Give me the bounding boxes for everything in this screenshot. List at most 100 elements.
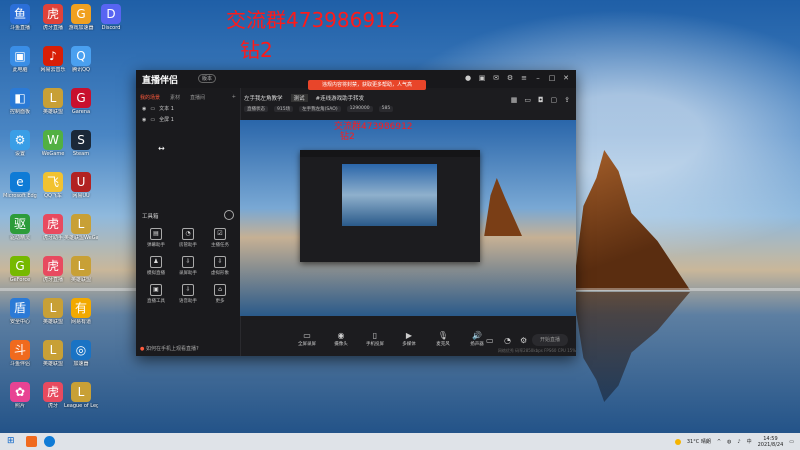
tool-item[interactable]: ☑ 主播任务 [204, 228, 236, 248]
tool-item[interactable]: ♟ 模拟直播 [140, 256, 172, 276]
add-icon[interactable]: + [232, 94, 236, 101]
desktop-icon-label: 驱动精灵 [9, 235, 30, 241]
tab-live-room[interactable]: 直播间 [190, 94, 205, 101]
control-button[interactable]: 🎙 麦克风 [426, 331, 460, 347]
scene-badge[interactable]: 测试 [290, 94, 308, 102]
tool-item[interactable]: ⇩ 虚拟形象 [204, 256, 236, 276]
sidebar-footer[interactable]: ● 如何在手机上观看直播? [140, 345, 199, 352]
desktop-icon[interactable]: LLeague of Legends [64, 382, 98, 409]
desktop-icon[interactable]: ✿ 照片 [3, 382, 37, 409]
desktop-icon[interactable]: e Microsoft Edge [3, 172, 37, 199]
desktop-icon[interactable]: G GeForce [3, 256, 37, 283]
app-icon: ⚙ [10, 130, 30, 150]
chevron-up-icon[interactable]: ^ [717, 439, 721, 445]
record-icon[interactable]: ▢ [551, 96, 558, 104]
preview-nested-window [300, 150, 480, 262]
control-button[interactable]: ▶ 多媒体 [392, 331, 426, 347]
share-icon[interactable]: ⇪ [564, 96, 570, 104]
avatar-icon[interactable]: ● [464, 74, 472, 82]
desktop-icon[interactable]: 盾安全中心 [3, 298, 37, 325]
control-label: 多媒体 [402, 342, 416, 347]
ime-icon[interactable]: 中 [747, 438, 752, 445]
weather-icon[interactable] [674, 438, 681, 445]
tools-settings-icon[interactable] [224, 210, 234, 220]
camera-icon[interactable]: ◘ [538, 96, 544, 104]
notification-icon[interactable]: ▭ [789, 439, 794, 445]
overlay-group-text: 交流群473986912 [226, 8, 401, 32]
desktop-icon-label: 斗鱼直播 [9, 25, 30, 31]
control-icon: 🎙 [437, 331, 449, 340]
desktop-icon[interactable]: 鱼斗鱼直播 [3, 4, 37, 31]
app-icon: 驱 [10, 214, 30, 234]
desktop-icon[interactable]: ◧ 控制面板 [3, 88, 37, 115]
tool-item[interactable]: ▣ 直播工具 [140, 284, 172, 304]
menu-icon[interactable]: ≡ [520, 74, 528, 82]
tool-item[interactable]: ⇩ 录屏助手 [172, 256, 204, 276]
desktop-icon[interactable]: G Garena [64, 88, 98, 115]
eye-icon[interactable]: ◉ [142, 117, 146, 123]
network-icon[interactable]: ◍ [727, 439, 731, 445]
app-logo: 直播伴侣 [142, 76, 179, 86]
settings-icon[interactable]: ⚙ [506, 74, 514, 82]
desktop-icon-label: Garena [71, 109, 91, 115]
desktop-icon[interactable]: G 游戏加速器 [64, 4, 98, 31]
scene-row: 左手我左角教学 测试 #连线游戏助手转发 [244, 94, 364, 102]
control-button[interactable]: ▯ 手机投屏 [358, 331, 392, 347]
desktop-icon[interactable]: D Discord [94, 4, 128, 31]
desktop-icon[interactable]: L 英雄联盟 [64, 256, 98, 283]
desktop-icon[interactable]: 驱驱动精灵 [3, 214, 37, 241]
info-views: 1290000 [346, 106, 373, 112]
clock[interactable]: 14:59 2021/8/24 [758, 436, 784, 448]
source-label: 全屏 1 [159, 117, 174, 123]
control-button[interactable]: ◉ 摄像头 [324, 331, 358, 347]
gift-icon[interactable]: ▣ [478, 74, 486, 82]
desktop-icon-label: 网易UU [72, 193, 90, 199]
lock-icon[interactable]: ▭ [150, 106, 155, 112]
desktop-icon[interactable]: Q 腾讯QQ [64, 46, 98, 73]
close-icon[interactable]: ✕ [562, 74, 570, 82]
desktop-icon[interactable]: U 网易UU [64, 172, 98, 199]
source-item-text[interactable]: ◉ ▭ 文本 1 [136, 101, 240, 113]
desktop-icon-label: 加速器 [73, 361, 89, 367]
stream-preview[interactable]: 交流群473986912 钻2 [240, 120, 576, 316]
tool-item[interactable]: ◔ 房管助手 [172, 228, 204, 248]
tool-item[interactable]: ⇩ 语音助手 [172, 284, 204, 304]
tab-materials[interactable]: 素材 [170, 94, 180, 101]
preview-overlay-line2: 钻2 [340, 132, 355, 142]
weather-text[interactable]: 31°C 晴朗 [687, 438, 711, 445]
volume-icon[interactable]: ◔ [504, 336, 511, 345]
info-status: 直播状态 [244, 106, 268, 112]
edge-icon[interactable] [44, 436, 55, 447]
source-item-fullscreen[interactable]: ◉ ▭ 全屏 1 [136, 112, 240, 124]
control-button[interactable]: ▭ 全屏录屏 [290, 331, 324, 347]
app-icon: 虎 [43, 4, 63, 24]
speaker-icon[interactable]: ♪ [737, 439, 740, 445]
desktop-icon[interactable]: 斗斗鱼伴侣 [3, 340, 37, 367]
desktop-icon[interactable]: L英雄联盟WeGame版 [64, 214, 98, 241]
maximize-icon[interactable]: □ [548, 74, 556, 82]
app-icon: L [43, 340, 63, 360]
scene-tag[interactable]: #连线游戏助手转发 [316, 94, 365, 102]
fullscreen-icon[interactable]: ▭ [486, 336, 494, 345]
window-controls: ● ▣ ✉ ⚙ ≡ – □ ✕ [464, 74, 570, 82]
windows-start-icon[interactable]: ⊞ [7, 436, 17, 446]
desktop-icon[interactable]: 有网易有道 [64, 298, 98, 325]
taskbar-app-icon[interactable] [26, 436, 37, 447]
tab-my-scenes[interactable]: 我的场景 [140, 94, 160, 101]
eye-icon[interactable]: ◉ [142, 106, 146, 112]
version-badge[interactable]: 版本 [198, 74, 217, 83]
lock-icon[interactable]: ▭ [150, 117, 155, 123]
tool-item[interactable]: ▤ 弹幕助手 [140, 228, 172, 248]
desktop-icon[interactable]: ◎ 加速器 [64, 340, 98, 367]
tool-item[interactable]: ⌂ 更多 [204, 284, 236, 304]
desktop-icon[interactable]: ▣ 此电脑 [3, 46, 37, 73]
start-live-button[interactable]: 开始直播 [532, 334, 568, 346]
mail-icon[interactable]: ✉ [492, 74, 500, 82]
desktop-icon[interactable]: S Steam [64, 130, 98, 157]
minimize-icon[interactable]: – [534, 74, 542, 82]
layout-icon[interactable]: ▦ [511, 96, 518, 104]
nested-preview [342, 164, 437, 226]
desktop-icon[interactable]: ⚙ 设置 [3, 130, 37, 157]
lock-icon[interactable]: ▭ [524, 96, 531, 104]
gear-icon[interactable]: ⚙ [520, 336, 527, 345]
